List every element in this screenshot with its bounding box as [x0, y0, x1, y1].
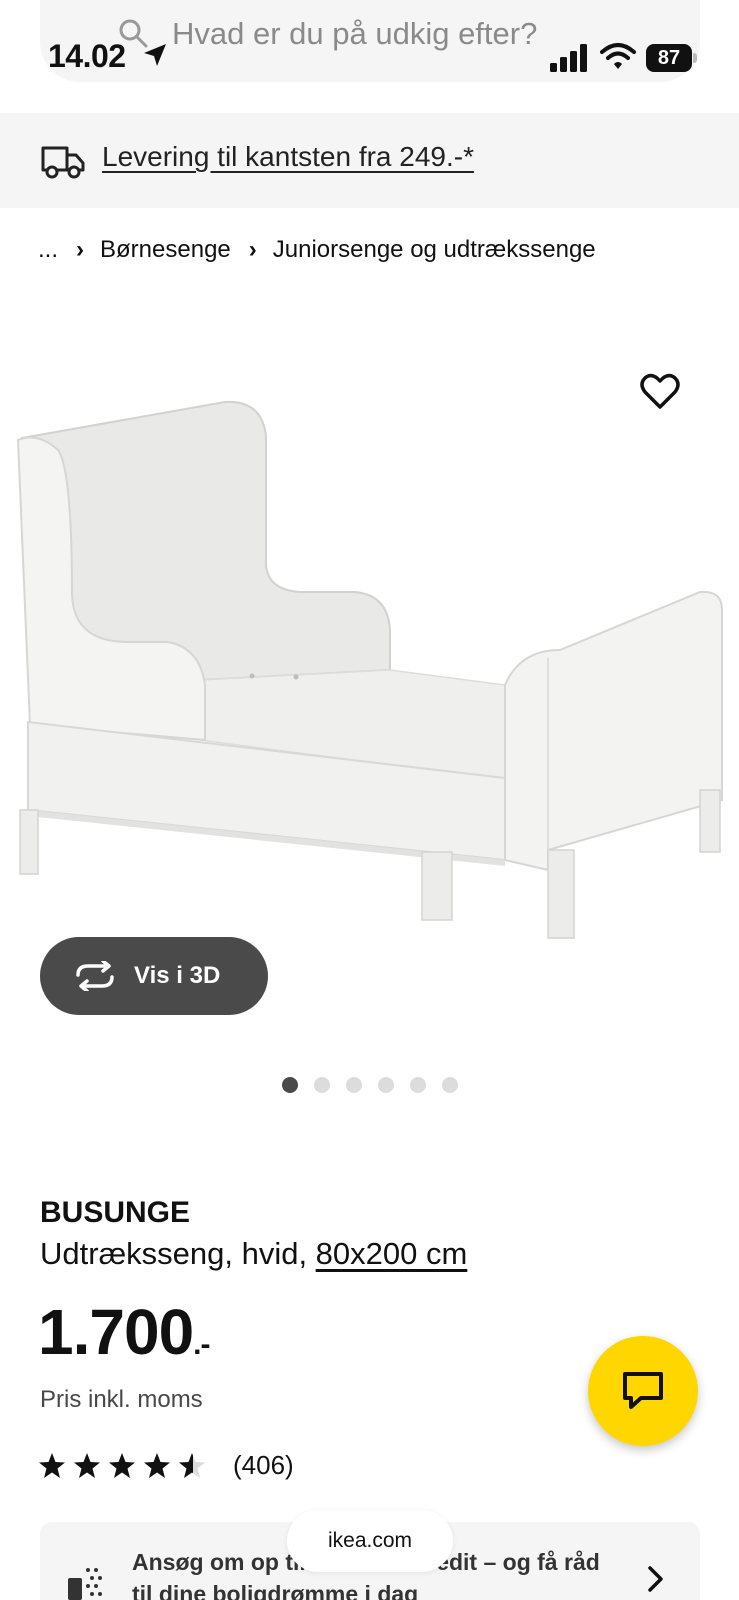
wifi-icon: [600, 43, 636, 69]
credit-icon: [68, 1568, 102, 1600]
product-image[interactable]: [0, 280, 739, 980]
chat-button[interactable]: [588, 1336, 698, 1446]
browser-url-pill[interactable]: ikea.com: [287, 1510, 453, 1572]
chat-icon: [623, 1372, 663, 1409]
breadcrumb-item-juniorsenge[interactable]: Juniorsenge og udtrækssenge: [273, 236, 596, 264]
price-suffix: .-: [193, 1328, 210, 1361]
chevron-right-icon: [648, 1566, 663, 1592]
review-count: (406): [233, 1450, 294, 1480]
price-value: 1.700: [38, 1296, 194, 1368]
star-icon: [109, 1452, 135, 1478]
carousel-dot[interactable]: [378, 1077, 394, 1093]
carousel-dot[interactable]: [282, 1077, 298, 1093]
battery-level: 87: [646, 44, 692, 72]
status-time: 14.02: [48, 38, 126, 74]
breadcrumb-separator: ›: [76, 236, 85, 263]
truck-icon: [41, 146, 85, 179]
price-note: Pris inkl. moms: [40, 1386, 203, 1413]
signal-icon: [550, 44, 587, 72]
product-size-link[interactable]: 80x200 cm: [316, 1236, 468, 1271]
rotate-3d-icon: [76, 961, 114, 991]
carousel-dot[interactable]: [410, 1077, 426, 1093]
view-3d-button[interactable]: Vis i 3D: [40, 937, 268, 1015]
breadcrumb: ... › Børnesenge › Juniorsenge og udtræk…: [38, 234, 596, 266]
product-description: Udtræksseng, hvid, 80x200 cm: [40, 1236, 467, 1272]
location-arrow-icon: [144, 44, 166, 66]
product-type: Udtræksseng, hvid,: [40, 1236, 316, 1271]
product-price: 1.700.-: [38, 1300, 211, 1364]
heart-icon[interactable]: [640, 372, 680, 412]
star-icon: [74, 1452, 100, 1478]
carousel-dot[interactable]: [442, 1077, 458, 1093]
product-name: BUSUNGE: [40, 1196, 191, 1229]
battery-icon: 87: [646, 44, 698, 72]
image-carousel-dots: [282, 1077, 458, 1093]
delivery-link[interactable]: Levering til kantsten fra 249.-*: [102, 141, 474, 173]
carousel-dot[interactable]: [314, 1077, 330, 1093]
half-star-icon: [179, 1452, 205, 1478]
breadcrumb-separator: ›: [248, 236, 257, 263]
search-input[interactable]: Hvad er du på udkig efter?: [172, 16, 537, 52]
browser-url: ikea.com: [327, 1529, 413, 1552]
breadcrumb-item-boernesenge[interactable]: Børnesenge: [100, 236, 231, 264]
bed-illustration: [16, 400, 723, 939]
star-icon: [39, 1452, 65, 1478]
carousel-dot[interactable]: [346, 1077, 362, 1093]
product-rating[interactable]: (406): [38, 1450, 294, 1481]
delivery-banner[interactable]: Levering til kantsten fra 249.-*: [0, 113, 739, 208]
star-icon: [144, 1452, 170, 1478]
view-3d-label: Vis i 3D: [134, 962, 221, 989]
breadcrumb-ellipsis[interactable]: ...: [38, 236, 58, 264]
